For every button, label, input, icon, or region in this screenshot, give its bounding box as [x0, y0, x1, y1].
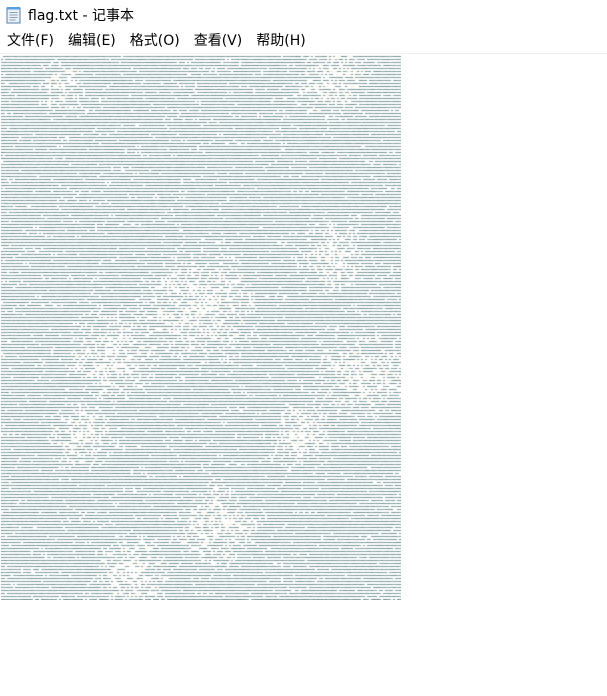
notepad-icon [6, 6, 22, 24]
menu-help[interactable]: 帮助(H) [249, 30, 312, 53]
menu-bar: 文件(F) 编辑(E) 格式(O) 查看(V) 帮助(H) [0, 30, 607, 54]
text-content[interactable] [1, 55, 401, 600]
text-art-pattern [1, 55, 401, 600]
notepad-window: flag.txt - 记事本 文件(F) 编辑(E) 格式(O) 查看(V) 帮… [0, 0, 607, 696]
window-title: flag.txt - 记事本 [28, 8, 134, 24]
menu-file[interactable]: 文件(F) [0, 30, 61, 53]
menu-view[interactable]: 查看(V) [187, 30, 250, 53]
title-bar[interactable]: flag.txt - 记事本 [0, 0, 607, 30]
text-editor-area[interactable] [0, 54, 607, 696]
menu-format[interactable]: 格式(O) [123, 30, 187, 53]
menu-edit[interactable]: 编辑(E) [61, 30, 123, 53]
